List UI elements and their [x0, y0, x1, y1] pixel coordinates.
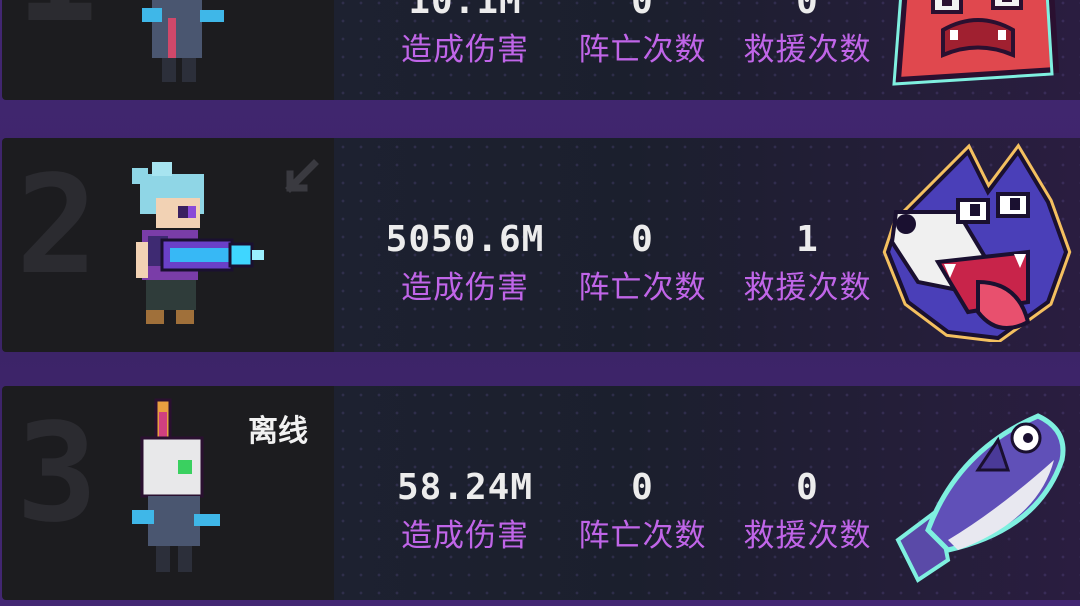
rescues-stat: 0 救援次数: [735, 0, 880, 70]
player-row-3: 3 离线 58.24M 造成伤害 0 阵亡次数 0 救援次数: [0, 386, 1080, 600]
rank-number: 2: [16, 147, 98, 305]
damage-stat: 58.24M 造成伤害: [360, 466, 570, 556]
rank-number: 3: [16, 395, 98, 553]
player-row-1: 1 10.1M 造成伤害 0 阵亡次数 0 救援次数: [0, 0, 1080, 100]
rescues-value: 0: [796, 0, 819, 22]
red-demon-icon[interactable]: [878, 0, 1078, 90]
player-row-2: 2 5050.6M 造成伤害 0 阵亡次数 1 救援次数: [0, 138, 1080, 352]
damage-value: 10.1M: [408, 0, 522, 22]
rescues-stat: 0 救援次数: [735, 466, 880, 556]
damage-stat: 10.1M 造成伤害: [360, 0, 570, 70]
rank-change-arrow-icon: [285, 159, 319, 193]
rank-number: 1: [16, 0, 98, 42]
gunner-hero-icon: [132, 162, 264, 324]
rank-panel: 2: [2, 138, 334, 352]
deaths-value: 0: [631, 219, 654, 260]
deaths-label: 阵亡次数: [578, 270, 707, 306]
knight-sword-icon: [142, 0, 224, 82]
rank-panel: 3 离线: [2, 386, 334, 600]
deaths-label: 阵亡次数: [578, 32, 707, 68]
damage-label: 造成伤害: [401, 32, 529, 68]
salted-fish-icon[interactable]: [878, 400, 1078, 600]
deaths-value: 0: [631, 467, 654, 508]
rescues-label: 救援次数: [743, 270, 872, 306]
damage-label: 造成伤害: [401, 270, 529, 306]
deaths-value: 0: [631, 0, 654, 22]
rescues-label: 救援次数: [743, 518, 872, 554]
rescues-value: 1: [796, 219, 819, 260]
wolf-avatar-icon[interactable]: [878, 142, 1078, 342]
damage-value: 58.24M: [396, 467, 534, 508]
deaths-stat: 0 阵亡次数: [570, 466, 715, 556]
damage-value: 5050.6M: [385, 219, 545, 260]
rescues-value: 0: [796, 467, 819, 508]
damage-stat: 5050.6M 造成伤害: [360, 218, 570, 308]
knight-sword-icon: [132, 398, 220, 572]
rank-panel: 1: [2, 0, 334, 100]
rescues-label: 救援次数: [743, 32, 872, 68]
deaths-label: 阵亡次数: [578, 518, 707, 554]
deaths-stat: 0 阵亡次数: [570, 0, 715, 70]
deaths-stat: 0 阵亡次数: [570, 218, 715, 308]
scoreboard: 1 10.1M 造成伤害 0 阵亡次数 0 救援次数: [0, 0, 1080, 606]
damage-label: 造成伤害: [401, 518, 529, 554]
rescues-stat: 1 救援次数: [735, 218, 880, 308]
